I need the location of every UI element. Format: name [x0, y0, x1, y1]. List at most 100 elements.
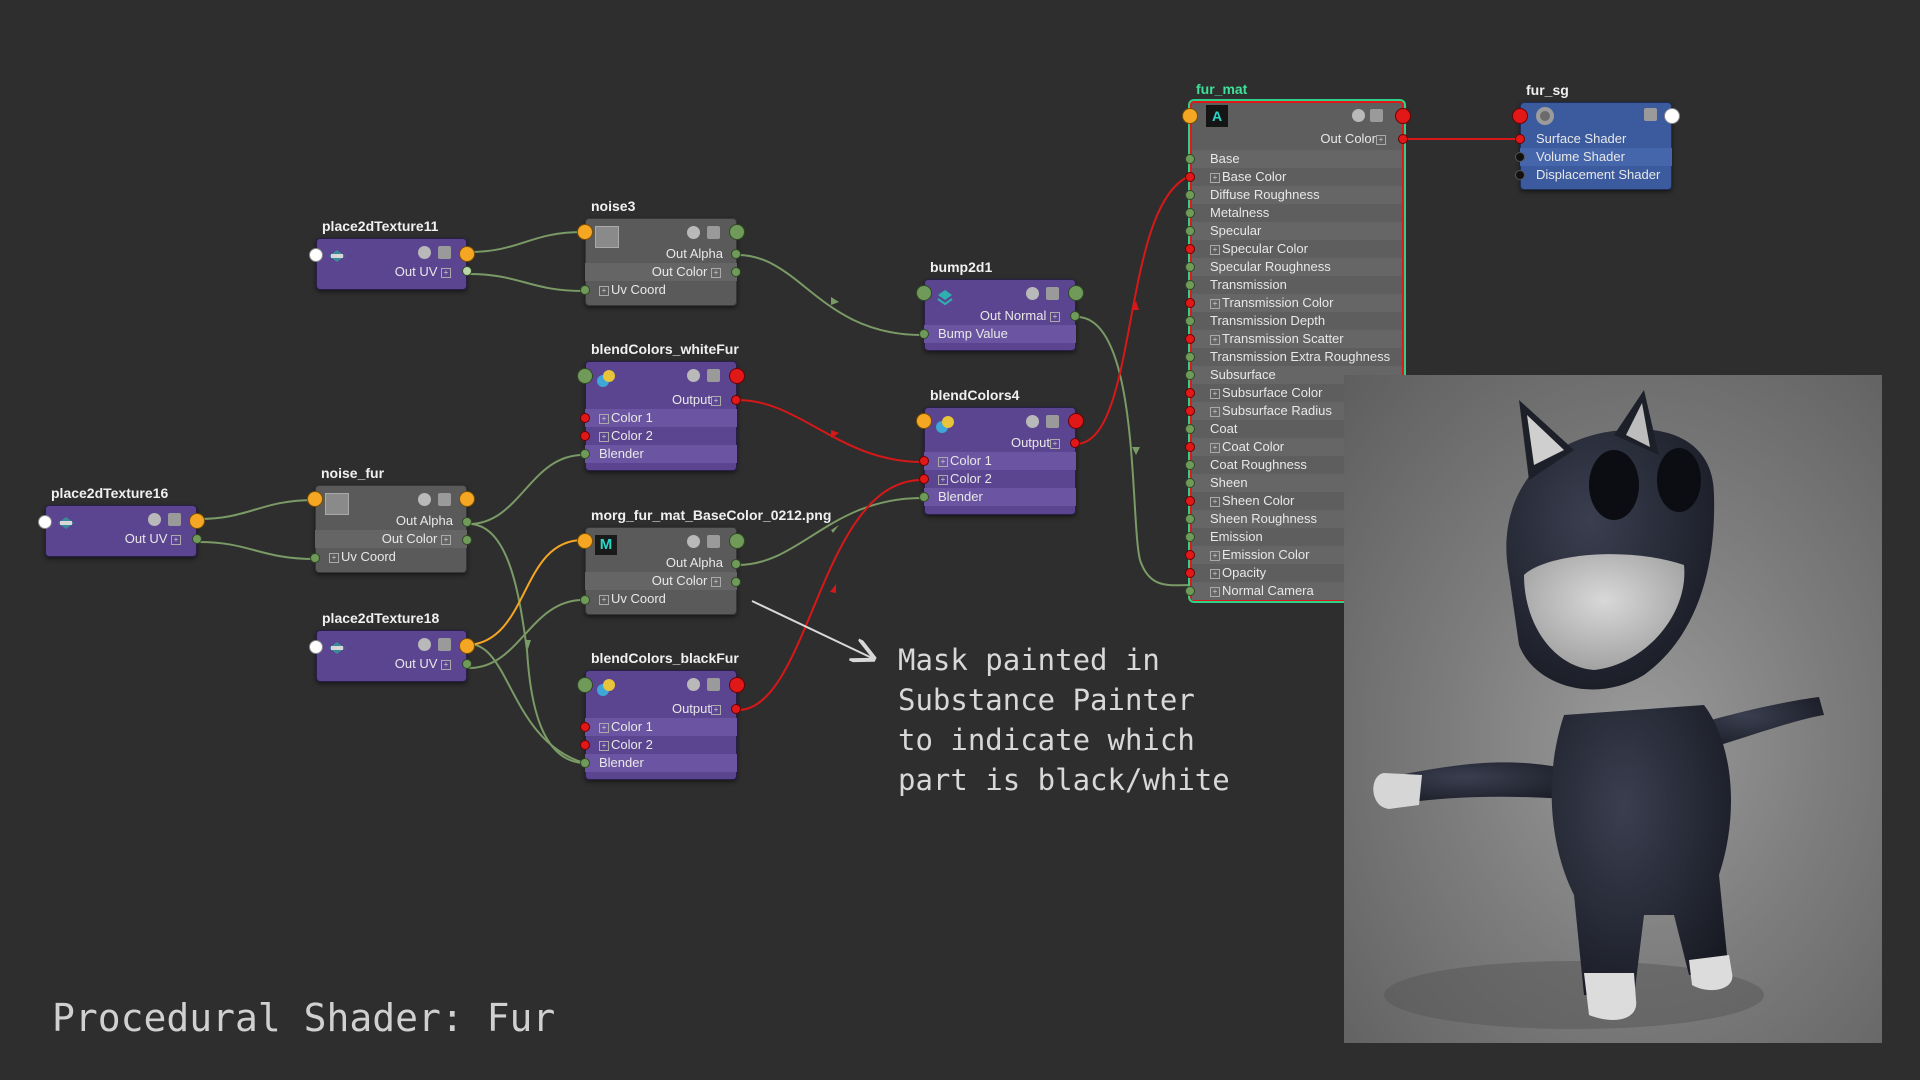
- port-out-color[interactable]: Out Color +: [1190, 130, 1404, 148]
- expand-icon[interactable]: +: [1210, 172, 1220, 183]
- attribute-view-icon[interactable]: [1644, 108, 1657, 121]
- input-port[interactable]: [580, 431, 590, 441]
- expand-icon[interactable]: +: [1210, 550, 1220, 561]
- port-displacement-shader[interactable]: Displacement Shader: [1520, 166, 1672, 184]
- input-port[interactable]: [1185, 388, 1195, 398]
- output-port[interactable]: [189, 513, 205, 529]
- port-out-color[interactable]: Out Color +: [585, 572, 737, 590]
- port-uv-coord[interactable]: + Uv Coord: [585, 281, 737, 299]
- node-noise3[interactable]: noise3 Out Alpha Out Color + + Uv Coord: [577, 198, 745, 306]
- input-port[interactable]: [1185, 586, 1195, 596]
- input-port[interactable]: [1185, 190, 1195, 200]
- output-port[interactable]: [731, 704, 741, 714]
- port-color-1[interactable]: + Color 1: [585, 718, 737, 736]
- input-port[interactable]: [1185, 244, 1195, 254]
- input-port[interactable]: [916, 285, 932, 301]
- attribute-transmission[interactable]: Transmission: [1185, 276, 1402, 294]
- port-uv-coord[interactable]: + Uv Coord: [315, 548, 467, 566]
- input-port[interactable]: [577, 368, 593, 384]
- output-port[interactable]: [462, 517, 472, 527]
- node-place2dtexture11[interactable]: place2dTexture11 Out UV +: [309, 218, 475, 290]
- port-output[interactable]: Output +: [924, 434, 1076, 452]
- expand-icon[interactable]: +: [1210, 586, 1220, 597]
- swatch-toggle-icon[interactable]: [1026, 287, 1039, 300]
- input-port[interactable]: [919, 329, 929, 339]
- attribute-transmission-extra-roughness[interactable]: Transmission Extra Roughness: [1185, 348, 1402, 366]
- attribute-view-icon[interactable]: [707, 535, 720, 548]
- input-port[interactable]: [1185, 514, 1195, 524]
- node-blendcolors-whitefur[interactable]: blendColors_whiteFur Output + + Color 1 + C…: [577, 341, 745, 471]
- expand-icon[interactable]: +: [1210, 442, 1220, 453]
- input-port[interactable]: [1185, 262, 1195, 272]
- output-port[interactable]: [729, 368, 745, 384]
- input-port[interactable]: [1185, 406, 1195, 416]
- input-port[interactable]: [1185, 424, 1195, 434]
- attribute-view-icon[interactable]: [707, 678, 720, 691]
- output-port[interactable]: [459, 246, 475, 262]
- output-port[interactable]: [192, 534, 202, 544]
- expand-icon[interactable]: +: [1210, 406, 1220, 417]
- port-volume-shader[interactable]: Volume Shader: [1520, 148, 1672, 166]
- input-port[interactable]: [1515, 170, 1525, 180]
- swatch-toggle-icon[interactable]: [1352, 109, 1365, 122]
- input-port[interactable]: [1185, 208, 1195, 218]
- port-color-2[interactable]: + Color 2: [924, 470, 1076, 488]
- swatch-toggle-icon[interactable]: [1026, 415, 1039, 428]
- attribute-view-icon[interactable]: [707, 369, 720, 382]
- input-port[interactable]: [1185, 352, 1195, 362]
- expand-icon[interactable]: +: [1210, 568, 1220, 579]
- attribute-transmission-scatter[interactable]: + Transmission Scatter: [1185, 330, 1402, 348]
- expand-icon[interactable]: +: [1210, 496, 1220, 507]
- attribute-view-icon[interactable]: [168, 513, 181, 526]
- output-port[interactable]: [729, 677, 745, 693]
- input-port[interactable]: [577, 224, 593, 240]
- output-port[interactable]: [1664, 108, 1680, 124]
- input-port[interactable]: [580, 449, 590, 459]
- swatch-toggle-icon[interactable]: [687, 678, 700, 691]
- port-blender[interactable]: Blender: [585, 445, 737, 463]
- port-blender[interactable]: Blender: [924, 488, 1076, 506]
- input-port[interactable]: [1185, 298, 1195, 308]
- node-fur-sg[interactable]: fur_sg Surface Shader Volume Shader Disp…: [1512, 82, 1680, 190]
- input-port[interactable]: [1185, 550, 1195, 560]
- port-out-alpha[interactable]: Out Alpha: [315, 512, 467, 530]
- input-port[interactable]: [310, 553, 320, 563]
- input-port[interactable]: [1185, 370, 1195, 380]
- attribute-base[interactable]: Base: [1185, 150, 1402, 168]
- output-port[interactable]: [462, 659, 472, 669]
- port-output[interactable]: Output +: [585, 700, 737, 718]
- attribute-view-icon[interactable]: [1370, 109, 1383, 122]
- input-port[interactable]: [580, 740, 590, 750]
- output-port[interactable]: [459, 638, 475, 654]
- input-port[interactable]: [1185, 532, 1195, 542]
- swatch-toggle-icon[interactable]: [418, 638, 431, 651]
- input-port[interactable]: [1185, 334, 1195, 344]
- output-port[interactable]: [1070, 311, 1080, 321]
- input-port[interactable]: [1185, 316, 1195, 326]
- input-port[interactable]: [577, 677, 593, 693]
- node-place2dtexture16[interactable]: place2dTexture16 Out UV +: [38, 485, 205, 557]
- output-port[interactable]: [729, 224, 745, 240]
- input-port[interactable]: [919, 492, 929, 502]
- port-out-color[interactable]: Out Color +: [585, 263, 737, 281]
- swatch-toggle-icon[interactable]: [148, 513, 161, 526]
- input-port[interactable]: [1185, 154, 1195, 164]
- input-port[interactable]: [1182, 108, 1198, 124]
- output-port[interactable]: [731, 577, 741, 587]
- input-port[interactable]: [309, 248, 323, 262]
- expand-icon[interactable]: +: [1210, 334, 1220, 345]
- output-port[interactable]: [731, 559, 741, 569]
- output-port[interactable]: [1068, 285, 1084, 301]
- port-out-alpha[interactable]: Out Alpha: [585, 554, 737, 572]
- input-port[interactable]: [580, 413, 590, 423]
- input-port[interactable]: [1515, 152, 1525, 162]
- input-port[interactable]: [1185, 280, 1195, 290]
- port-color-1[interactable]: + Color 1: [924, 452, 1076, 470]
- attribute-specular-roughness[interactable]: Specular Roughness: [1185, 258, 1402, 276]
- input-port[interactable]: [916, 413, 932, 429]
- node-blendcolors4[interactable]: blendColors4 Output + + Color 1 + Color 2 B…: [916, 387, 1084, 515]
- output-port[interactable]: [1070, 438, 1080, 448]
- node-noise-fur[interactable]: noise_fur Out Alpha Out Color + + Uv Coor…: [307, 465, 475, 573]
- port-blender[interactable]: Blender: [585, 754, 737, 772]
- input-port[interactable]: [1185, 172, 1195, 182]
